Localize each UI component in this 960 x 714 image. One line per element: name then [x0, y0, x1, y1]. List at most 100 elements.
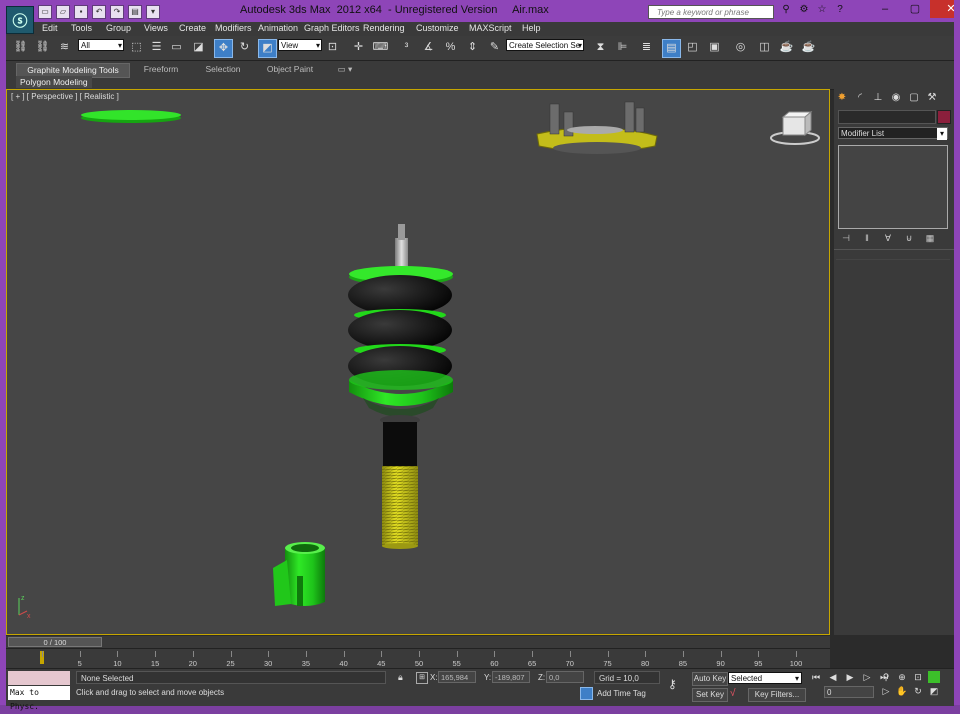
keyboard-shortcut-override-icon[interactable]: ⌨ [372, 39, 389, 56]
menu-graph-editors[interactable]: Graph Editors [304, 23, 360, 33]
utilities-tab-icon[interactable]: ⚒ [926, 91, 938, 105]
project-folder-icon[interactable]: ▤ [128, 5, 142, 19]
y-coordinate-field[interactable]: -189,807 [492, 671, 530, 683]
undo-icon[interactable]: ↶ [92, 5, 106, 19]
go-to-start-icon[interactable]: ⏮ [810, 671, 822, 683]
modifier-list-dropdown[interactable]: Modifier List [838, 127, 948, 140]
z-coordinate-field[interactable]: 0,0 [546, 671, 584, 683]
menu-rendering[interactable]: Rendering [363, 23, 405, 33]
percent-snap-icon[interactable]: % [442, 39, 459, 56]
polygon-modeling-panel[interactable]: Polygon Modeling [16, 76, 92, 88]
snaps-toggle-icon[interactable]: ³ [398, 39, 415, 56]
favorites-star-icon[interactable]: ☆ [816, 4, 828, 16]
schematic-view-icon[interactable]: ▣ [706, 39, 723, 56]
menu-maxscript[interactable]: MAXScript [469, 23, 512, 33]
show-end-result-icon[interactable]: ‖ [861, 232, 873, 244]
quick-access-dropdown-icon[interactable]: ▾ [146, 5, 160, 19]
set-keys-icon[interactable]: ⚷ [668, 677, 677, 691]
align-icon[interactable]: ⊫ [614, 39, 631, 56]
named-selection-sets-dropdown[interactable]: Create Selection Se [506, 39, 584, 52]
unlink-selection-icon[interactable]: ⛓ [34, 39, 51, 56]
angle-snap-icon[interactable]: ∡ [420, 39, 437, 56]
menu-group[interactable]: Group [106, 23, 131, 33]
select-and-link-icon[interactable]: ⛓ [12, 39, 29, 56]
menu-edit[interactable]: Edit [42, 23, 58, 33]
binoculars-icon[interactable]: ⚲ [780, 4, 792, 16]
maxscript-listener-input[interactable] [8, 671, 70, 685]
reference-coordinate-dropdown[interactable]: View [278, 39, 322, 52]
key-tangent-icon[interactable]: √ [730, 688, 736, 699]
top-mount-object[interactable] [536, 101, 658, 154]
time-slider-thumb[interactable]: 0 / 100 [8, 637, 102, 647]
pan-view-icon[interactable]: ✋ [896, 685, 908, 697]
next-frame-icon[interactable]: ▷ [861, 671, 873, 683]
spinner-snap-icon[interactable]: ⇕ [464, 39, 481, 56]
ribbon-options-icon[interactable]: ▭ ▾ [336, 63, 354, 76]
menu-animation[interactable]: Animation [258, 23, 298, 33]
menu-views[interactable]: Views [144, 23, 168, 33]
menu-customize[interactable]: Customize [416, 23, 459, 33]
tab-object-paint[interactable]: Object Paint [258, 63, 322, 76]
track-bar[interactable]: 5 10 15 20 25 30 35 40 45 50 55 60 65 70 75 80 85 90 95 100 [6, 648, 830, 669]
create-tab-icon[interactable]: ✸ [836, 91, 848, 105]
modify-tab-icon[interactable]: ◜ [854, 91, 866, 105]
select-and-scale-icon[interactable]: ◩ [258, 39, 277, 58]
maximize-icon[interactable]: ▢ [900, 0, 930, 18]
maximize-viewport-icon[interactable]: ◩ [928, 685, 940, 697]
configure-modifier-sets-icon[interactable]: ▦ [924, 232, 936, 244]
menu-help[interactable]: Help [522, 23, 541, 33]
zoom-extents-all-icon[interactable] [928, 671, 940, 683]
select-object-icon[interactable]: ⬚ [128, 39, 145, 56]
mirror-icon[interactable]: ⧗ [592, 39, 609, 56]
window-crossing-icon[interactable]: ◪ [190, 39, 207, 56]
key-mode-dropdown[interactable]: Selected [728, 672, 802, 685]
zoom-extents-icon[interactable]: ⊡ [912, 671, 924, 683]
orbit-icon[interactable]: ↻ [912, 685, 924, 697]
make-unique-icon[interactable]: ∀ [882, 232, 894, 244]
new-file-icon[interactable]: ▭ [38, 5, 52, 19]
rendered-frame-window-icon[interactable]: ☕ [778, 39, 795, 56]
tab-selection[interactable]: Selection [196, 63, 250, 76]
zoom-icon[interactable]: ⚲ [880, 671, 892, 683]
motion-tab-icon[interactable]: ◉ [890, 91, 902, 105]
zoom-all-icon[interactable]: ⊕ [896, 671, 908, 683]
modifier-stack[interactable] [838, 145, 948, 229]
curve-editor-icon[interactable]: ◰ [684, 39, 701, 56]
open-file-icon[interactable]: ▱ [56, 5, 70, 19]
auto-key-button[interactable]: Auto Key [692, 672, 728, 686]
absolute-mode-transform-icon[interactable]: ⊞ [416, 672, 428, 684]
render-setup-icon[interactable]: ◫ [756, 39, 773, 56]
remove-modifier-icon[interactable]: ⊍ [903, 232, 915, 244]
green-clip-object[interactable] [273, 542, 325, 606]
graphite-modeling-toggle-icon[interactable]: ▤ [662, 39, 681, 58]
add-time-tag[interactable]: Add Time Tag [580, 687, 646, 700]
display-tab-icon[interactable]: ▢ [908, 91, 920, 105]
edit-named-selection-icon[interactable]: ✎ [486, 39, 503, 56]
render-production-icon[interactable]: ☕ [800, 39, 817, 56]
select-and-rotate-icon[interactable]: ↻ [236, 39, 253, 56]
tab-freeform[interactable]: Freeform [134, 63, 188, 76]
field-of-view-icon[interactable]: ▷ [880, 685, 892, 697]
select-and-manipulate-icon[interactable]: ✛ [350, 39, 367, 56]
select-and-move-icon[interactable]: ✥ [214, 39, 233, 58]
3dsmax-logo-icon[interactable]: ⓢ [6, 6, 34, 34]
material-editor-icon[interactable]: ◎ [732, 39, 749, 56]
current-frame-field[interactable]: 0 [824, 686, 874, 698]
air-suspension-strut-object[interactable] [348, 224, 453, 549]
play-icon[interactable]: ▶ [844, 671, 856, 683]
previous-frame-icon[interactable]: ◀ [827, 671, 839, 683]
select-by-name-icon[interactable]: ☰ [148, 39, 165, 56]
selection-filter-dropdown[interactable]: All [78, 39, 124, 52]
object-color-swatch[interactable] [937, 110, 951, 124]
save-file-icon[interactable]: ▪ [74, 5, 88, 19]
hierarchy-tab-icon[interactable]: ⊥ [872, 91, 884, 105]
menu-create[interactable]: Create [179, 23, 206, 33]
menu-modifiers[interactable]: Modifiers [215, 23, 252, 33]
use-pivot-point-icon[interactable]: ⊡ [324, 39, 341, 56]
redo-icon[interactable]: ↷ [110, 5, 124, 19]
set-key-button[interactable]: Set Key [692, 688, 728, 702]
perspective-viewport[interactable]: [ + ] [ Perspective ] [ Realistic ] z x [6, 89, 830, 635]
pin-stack-icon[interactable]: ⊣ [840, 232, 852, 244]
key-filters-button[interactable]: Key Filters... [748, 688, 806, 702]
bind-to-space-warp-icon[interactable]: ≋ [56, 39, 73, 56]
